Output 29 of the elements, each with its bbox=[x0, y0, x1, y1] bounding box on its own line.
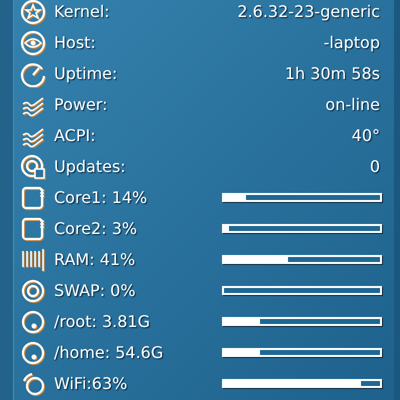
stat-label: Core1: 14% bbox=[54, 186, 148, 208]
stat-label: Power: bbox=[54, 94, 108, 116]
stat-value: 2.6.32-23-generic bbox=[237, 0, 380, 22]
chip-icon bbox=[20, 184, 46, 210]
stat-label: Core2: 3% bbox=[54, 218, 138, 240]
eye-icon bbox=[20, 30, 46, 56]
stat-label: /root: 3.81G bbox=[54, 310, 150, 332]
stat-value: on-line bbox=[325, 94, 380, 116]
disc-icon bbox=[20, 340, 46, 366]
stat-value: -laptop bbox=[324, 32, 380, 54]
stat-label: Updates: bbox=[54, 156, 126, 178]
stat-label: Host: bbox=[54, 32, 96, 54]
stat-label: ACPI: bbox=[54, 124, 96, 146]
stat-value: 1h 30m 58s bbox=[284, 62, 380, 84]
stat-label: /home: 54.6G bbox=[54, 342, 164, 364]
disc-icon bbox=[20, 308, 46, 334]
target-icon bbox=[20, 278, 46, 304]
chip-icon bbox=[20, 216, 46, 242]
stat-value: 0 bbox=[370, 156, 380, 178]
gauge-icon bbox=[20, 60, 46, 86]
stat-label: Uptime: bbox=[54, 62, 118, 84]
stat-label: WiFi:63% bbox=[54, 372, 128, 394]
stat-label: RAM: 41% bbox=[54, 248, 136, 270]
stat-label: Kernel: bbox=[54, 0, 110, 22]
disc-lock-icon bbox=[20, 154, 46, 180]
memory-bars-icon bbox=[20, 246, 46, 272]
ring-icon bbox=[20, 370, 46, 396]
stat-label: SWAP: 0% bbox=[54, 280, 136, 302]
stat-value: 40° bbox=[352, 124, 380, 146]
